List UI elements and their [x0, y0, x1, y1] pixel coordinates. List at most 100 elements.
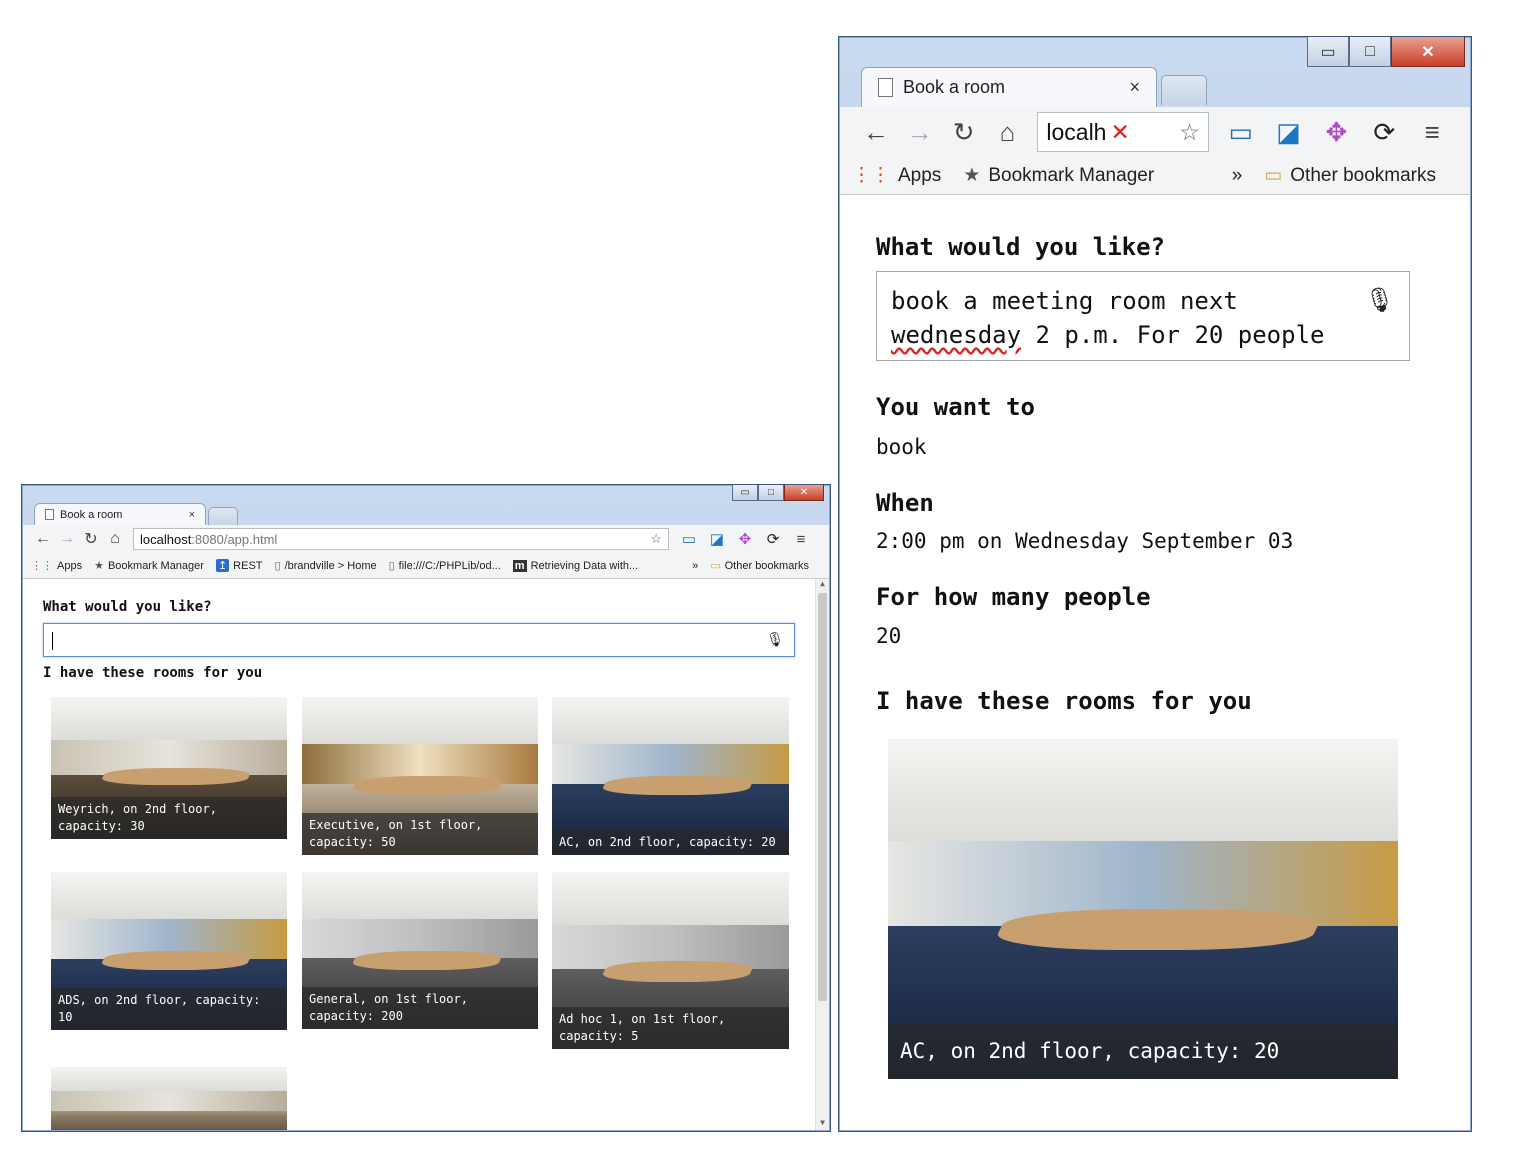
bookmark-retrieving-data[interactable]: m Retrieving Data with... — [512, 559, 638, 572]
room-card-ac[interactable]: AC, on 2nd floor, capacity: 20 — [552, 697, 789, 855]
bookmark-star-icon[interactable]: ☆ — [1179, 119, 1200, 146]
reload-button[interactable]: ↻ — [79, 529, 103, 549]
menu-icon[interactable]: ≡ — [1408, 117, 1456, 148]
star-icon: ★ — [963, 165, 981, 186]
screen-capture-extension-icon[interactable]: ▭ — [1217, 117, 1265, 148]
forward-button[interactable]: → — [55, 530, 79, 548]
intent-label: You want to — [876, 393, 1035, 421]
new-tab-button[interactable] — [1161, 75, 1207, 105]
scroll-down-arrow-icon[interactable]: ▼ — [816, 1118, 829, 1130]
rest-client-icon: ↥ — [215, 559, 230, 572]
address-bar[interactable]: localh ✕ ☆ — [1037, 112, 1209, 152]
folder-icon: ▭ — [1264, 165, 1283, 186]
menu-icon[interactable]: ≡ — [787, 531, 815, 548]
bookmarks-bar: ⋮⋮ Apps ★ Bookmark Manager » ▭ Other bookma… — [840, 157, 1470, 195]
browser-window-zoomed: ▭ □ ✕ Book a room × ← → ↻ ⌂ localh ✕ ☆ ▭… — [838, 36, 1472, 1132]
bookmark-manager[interactable]: ★ Bookmark Manager — [94, 559, 204, 573]
page-content: What would you like? 🎙 I have these room… — [23, 579, 829, 1130]
m-logo-icon: m — [512, 559, 527, 572]
tab-close-button[interactable]: × — [1129, 77, 1140, 98]
misspelled-word: wednesday — [891, 321, 1022, 349]
star-icon: ★ — [94, 560, 104, 572]
bookmark-brandville[interactable]: ▯/brandville > Home — [274, 559, 377, 573]
bookmark-file-phplib[interactable]: ▯ file:///C:/PHPLib/od... — [388, 559, 501, 573]
back-button[interactable]: ← — [31, 530, 55, 548]
room-card-weyrich[interactable]: Weyrich, on 2nd floor, capacity: 30 — [51, 697, 287, 839]
tab-close-button[interactable]: × — [189, 509, 195, 521]
scroll-up-arrow-icon[interactable]: ▲ — [816, 579, 829, 591]
back-button[interactable]: ← — [854, 117, 898, 148]
vertical-scrollbar[interactable]: ▲ ▼ — [815, 579, 829, 1130]
bookmark-apps[interactable]: ⋮⋮ Apps — [852, 164, 941, 187]
room-card-ad-hoc-1[interactable]: Ad hoc 1, on 1st floor, capacity: 5 — [552, 872, 789, 1049]
microphone-icon[interactable]: 🎙 — [766, 632, 784, 648]
room-card-ads[interactable]: ADS, on 2nd floor, capacity: 10 — [51, 872, 287, 1030]
query-text: book a meeting room next wednesday 2 p.m.… — [891, 287, 1325, 349]
address-bar[interactable]: localhost:8080/app.html ☆ — [133, 528, 669, 550]
apps-grid-icon: ⋮⋮ — [852, 165, 890, 186]
forward-button[interactable]: → — [898, 117, 942, 148]
bookmark-other[interactable]: ▭ Other bookmarks — [1264, 164, 1436, 187]
blocked-content-icon[interactable]: ✕ — [1110, 119, 1129, 146]
bookmark-rest[interactable]: ↥ REST — [215, 559, 263, 572]
when-value: 2:00 pm on Wednesday September 03 — [876, 529, 1294, 553]
close-window-button[interactable]: ✕ — [784, 485, 824, 501]
close-icon: ✕ — [799, 487, 809, 498]
window-resizer-extension-icon[interactable]: ◪ — [703, 530, 731, 548]
voice-query-input[interactable]: book a meeting room next wednesday 2 p.m.… — [876, 271, 1410, 361]
bookmark-manager[interactable]: ★ Bookmark Manager — [963, 164, 1154, 187]
bookmark-star-icon[interactable]: ☆ — [650, 531, 662, 547]
microphone-icon[interactable]: 🎙 — [1365, 286, 1395, 314]
bookmarks-overflow-button[interactable]: » — [1232, 165, 1243, 187]
room-card-general[interactable]: General, on 1st floor, capacity: 200 — [302, 872, 538, 1029]
room-card-partial[interactable] — [51, 1067, 287, 1130]
window-controls: ▭ □ ✕ — [732, 485, 824, 501]
reload-button[interactable]: ↻ — [942, 117, 986, 148]
page-icon — [45, 509, 54, 520]
tab-title: Book a room — [903, 77, 1006, 97]
folder-icon: ▭ — [710, 560, 721, 572]
maximize-button[interactable]: □ — [758, 485, 784, 501]
sync-extension-icon[interactable]: ⟳ — [759, 530, 787, 548]
close-window-button[interactable]: ✕ — [1391, 37, 1465, 67]
scroll-thumb[interactable] — [818, 593, 827, 1001]
tab-book-a-room[interactable]: Book a room × — [34, 503, 206, 525]
home-button[interactable]: ⌂ — [103, 530, 127, 548]
bookmark-apps[interactable]: ⋮⋮ Apps — [31, 559, 82, 573]
close-icon: ✕ — [1421, 43, 1435, 61]
bookmarks-overflow-button[interactable]: » — [692, 560, 698, 572]
room-caption: Weyrich, on 2nd floor, capacity: 30 — [51, 797, 287, 839]
url-path: :8080/app.html — [191, 531, 278, 547]
browser-toolbar: ← → ↻ ⌂ localhost:8080/app.html ☆ ▭ ◪ ✥ … — [23, 525, 829, 553]
page-icon — [878, 78, 893, 97]
prompt-heading: What would you like? — [43, 599, 212, 615]
page-icon: ▯ — [388, 560, 395, 572]
new-tab-button[interactable] — [208, 507, 238, 525]
voice-query-input[interactable]: 🎙 — [43, 623, 795, 657]
screen-capture-extension-icon[interactable]: ▭ — [675, 530, 703, 548]
room-caption: General, on 1st floor, capacity: 200 — [302, 987, 538, 1029]
window-resizer-extension-icon[interactable]: ◪ — [1265, 117, 1313, 148]
url-host: localhost — [140, 531, 192, 547]
minimize-button[interactable]: ▭ — [1307, 37, 1349, 67]
maximize-button[interactable]: □ — [1349, 37, 1391, 67]
apps-grid-icon: ⋮⋮ — [31, 560, 53, 572]
maximize-icon: □ — [767, 487, 775, 498]
tab-title: Book a room — [60, 508, 123, 521]
people-label: For how many people — [876, 583, 1151, 611]
minimize-button[interactable]: ▭ — [732, 485, 758, 501]
bookmarks-bar: ⋮⋮ Apps ★ Bookmark Manager ↥ REST ▯/brandvi… — [23, 553, 829, 579]
room-card-executive[interactable]: Executive, on 1st floor, capacity: 50 — [302, 697, 538, 855]
minimize-icon: ▭ — [740, 487, 750, 498]
room-card-ac[interactable]: AC, on 2nd floor, capacity: 20 — [888, 739, 1398, 1079]
page-content: What would you like? book a meeting room… — [840, 195, 1470, 1130]
color-picker-extension-icon[interactable]: ✥ — [731, 530, 759, 548]
tab-book-a-room[interactable]: Book a room × — [861, 67, 1157, 107]
home-button[interactable]: ⌂ — [986, 117, 1030, 148]
sync-extension-icon[interactable]: ⟳ — [1360, 117, 1408, 148]
room-caption: Executive, on 1st floor, capacity: 50 — [302, 813, 538, 855]
bookmark-other[interactable]: ▭ Other bookmarks — [710, 559, 809, 573]
prompt-heading: What would you like? — [876, 233, 1165, 261]
color-picker-extension-icon[interactable]: ✥ — [1312, 117, 1360, 148]
page-icon: ▯ — [274, 560, 281, 572]
